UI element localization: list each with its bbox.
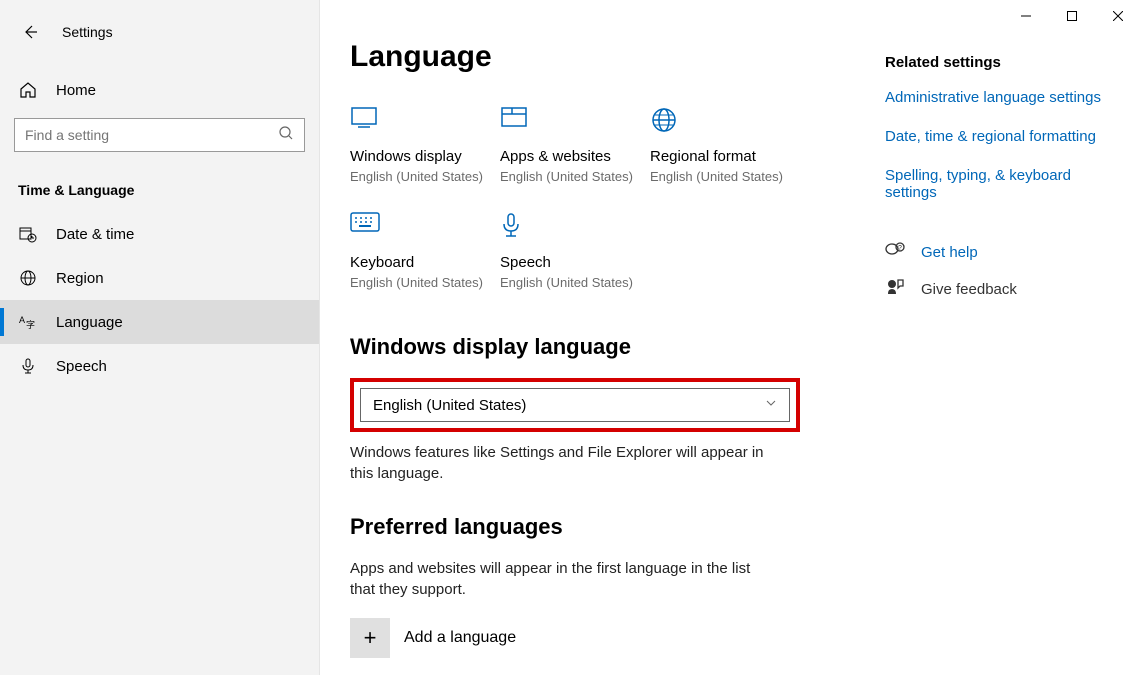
feedback-icon	[885, 278, 905, 301]
right-panel: Related settings Administrative language…	[865, 24, 1111, 675]
search-field[interactable]	[25, 127, 278, 143]
get-help-label: Get help	[921, 244, 978, 261]
search-icon	[278, 125, 294, 146]
sidebar-item-label: Speech	[56, 358, 107, 375]
sidebar-item-datetime[interactable]: Date & time	[0, 212, 319, 256]
give-feedback-button[interactable]: Give feedback	[885, 278, 1111, 301]
add-language-button[interactable]: + Add a language	[350, 618, 865, 658]
sidebar-item-speech[interactable]: Speech	[0, 344, 319, 388]
tile-keyboard[interactable]: Keyboard English (United States)	[350, 204, 500, 310]
plus-icon: +	[350, 618, 390, 658]
tile-sub: English (United States)	[500, 275, 650, 290]
svg-text:?: ?	[898, 245, 902, 252]
tile-sub: English (United States)	[650, 169, 800, 184]
keyboard-icon	[350, 212, 378, 240]
page-title: Language	[350, 40, 865, 74]
tile-speech[interactable]: Speech English (United States)	[500, 204, 650, 310]
home-button[interactable]: Home	[0, 70, 319, 110]
help-icon: ?	[885, 241, 905, 264]
svg-text:A: A	[19, 315, 25, 325]
tile-sub: English (United States)	[350, 169, 500, 184]
tile-title: Speech	[500, 254, 650, 271]
region-icon	[650, 106, 678, 134]
related-settings-heading: Related settings	[885, 54, 1111, 71]
sidebar-item-label: Language	[56, 314, 123, 331]
display-language-dropdown[interactable]: English (United States)	[360, 388, 790, 422]
maximize-button[interactable]	[1049, 0, 1095, 32]
tile-regional-format[interactable]: Regional format English (United States)	[650, 98, 800, 204]
link-admin-language[interactable]: Administrative language settings	[885, 89, 1111, 106]
mic-icon	[500, 212, 528, 240]
sidebar-item-label: Region	[56, 270, 104, 287]
link-date-time-regional[interactable]: Date, time & regional formatting	[885, 128, 1111, 145]
tile-windows-display[interactable]: Windows display English (United States)	[350, 98, 500, 204]
display-language-desc: Windows features like Settings and File …	[350, 442, 770, 484]
search-input[interactable]	[14, 118, 305, 152]
tile-sub: English (United States)	[350, 275, 500, 290]
get-help-button[interactable]: ? Get help	[885, 241, 1111, 264]
calendar-clock-icon	[18, 224, 38, 244]
give-feedback-label: Give feedback	[921, 281, 1017, 298]
tile-sub: English (United States)	[500, 169, 650, 184]
preferred-languages-heading: Preferred languages	[350, 514, 865, 540]
sidebar-item-language[interactable]: A字 Language	[0, 300, 319, 344]
dropdown-value: English (United States)	[373, 397, 526, 414]
preferred-languages-desc: Apps and websites will appear in the fir…	[350, 558, 770, 600]
globe-icon	[18, 268, 38, 288]
microphone-icon	[18, 356, 38, 376]
add-language-label: Add a language	[404, 629, 516, 647]
sidebar: Settings Home Time & Language Date & tim…	[0, 0, 320, 675]
minimize-button[interactable]	[1003, 0, 1049, 32]
tile-title: Windows display	[350, 148, 500, 165]
sidebar-item-region[interactable]: Region	[0, 256, 319, 300]
apps-icon	[500, 106, 528, 134]
sidebar-item-label: Date & time	[56, 226, 134, 243]
tile-title: Apps & websites	[500, 148, 650, 165]
home-icon	[18, 80, 38, 100]
highlight-annotation: English (United States)	[350, 378, 800, 432]
back-button[interactable]	[18, 20, 42, 44]
display-language-heading: Windows display language	[350, 334, 865, 360]
display-icon	[350, 106, 378, 134]
tile-title: Keyboard	[350, 254, 500, 271]
close-button[interactable]	[1095, 0, 1141, 32]
tile-apps-websites[interactable]: Apps & websites English (United States)	[500, 98, 650, 204]
link-spelling-typing[interactable]: Spelling, typing, & keyboard settings	[885, 167, 1111, 201]
language-icon: A字	[18, 312, 38, 332]
home-label: Home	[56, 82, 96, 99]
chevron-down-icon	[765, 396, 777, 414]
svg-text:字: 字	[26, 319, 35, 330]
main-content: Language Windows display English (United…	[350, 24, 865, 675]
app-title: Settings	[62, 24, 113, 40]
tile-title: Regional format	[650, 148, 800, 165]
sidebar-section-label: Time & Language	[0, 170, 319, 212]
